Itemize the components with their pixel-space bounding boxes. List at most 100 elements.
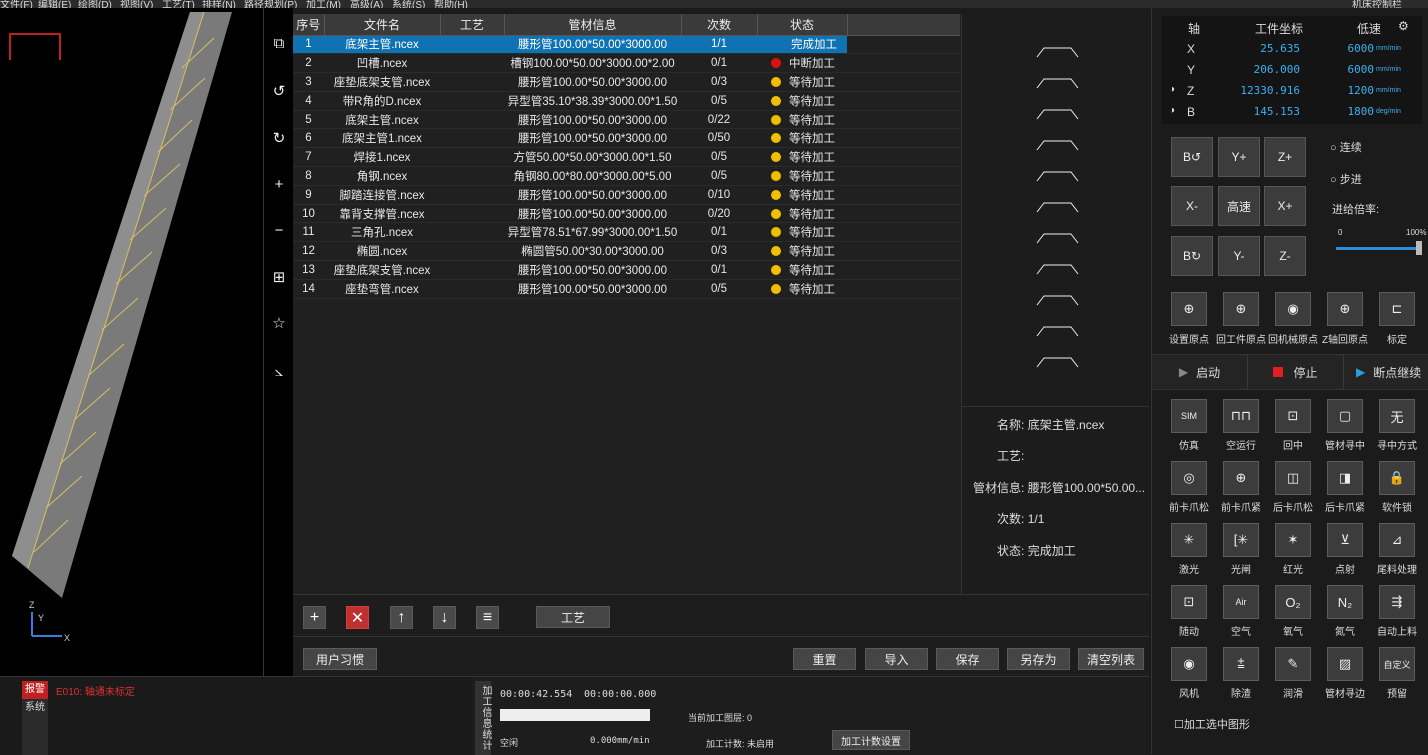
clear-list-button[interactable]: 清空列表	[1078, 648, 1144, 670]
menu-nesting[interactable]: 排样(N)	[202, 0, 236, 8]
breakpoint-button[interactable]: ▶ 断点继续	[1344, 355, 1428, 389]
function-button[interactable]: ▢	[1327, 399, 1363, 433]
save-as-button[interactable]: 另存为	[1007, 648, 1070, 670]
settings-gear-icon[interactable]: ⚙	[1398, 19, 1409, 33]
table-row[interactable]: 13 座垫底架支管.ncex 腰形管100.00*50.00*3000.00 0/1 等…	[293, 260, 960, 280]
measure-icon[interactable]: ⦣	[266, 360, 292, 382]
view-cube-icon[interactable]: ⧉	[266, 32, 292, 54]
menu-edit[interactable]: 编辑(E)	[38, 0, 71, 8]
fit-view-icon[interactable]: ⊞	[266, 266, 292, 288]
function-button[interactable]: ⩲	[1223, 647, 1259, 681]
function-button[interactable]: ▨	[1327, 647, 1363, 681]
add-file-button[interactable]: +	[303, 606, 326, 629]
mode-continuous[interactable]: ○ 连续	[1330, 139, 1362, 155]
table-row[interactable]: 3 座垫底架支管.ncex 腰形管100.00*50.00*3000.00 0/3 等待…	[293, 72, 960, 92]
function-button[interactable]: ⊿	[1379, 523, 1415, 557]
stats-tab[interactable]: 加工信息统计	[475, 681, 491, 755]
move-up-button[interactable]: ↑	[390, 606, 413, 629]
menu-system[interactable]: 系统(S)	[392, 0, 425, 8]
function-button[interactable]: SIM	[1171, 399, 1207, 433]
header-status[interactable]: 状态	[757, 14, 848, 36]
machine-selected-checkbox[interactable]: ☐加工选中图形	[1174, 716, 1250, 732]
rotate-ccw-icon[interactable]: ↺	[266, 80, 292, 102]
feed-rate-slider[interactable]	[1336, 241, 1422, 255]
function-button[interactable]: 🔒	[1379, 461, 1415, 495]
function-button[interactable]: 自定义	[1379, 647, 1415, 681]
table-row[interactable]: 11 三角孔.ncex 异型管78.51*67.99*3000.00*1.50 0/1…	[293, 222, 960, 243]
stop-button[interactable]: 停止	[1248, 355, 1344, 389]
header-filename[interactable]: 文件名	[324, 14, 441, 36]
reset-button[interactable]: 重置	[793, 648, 856, 670]
zoom-out-icon[interactable]: −	[266, 219, 292, 241]
function-button[interactable]: ⊡	[1275, 399, 1311, 433]
menu-machining[interactable]: 加工(M)	[306, 0, 341, 8]
axis-lock-icon[interactable]: ◑	[1169, 84, 1175, 95]
zoom-in-icon[interactable]: +	[266, 173, 292, 195]
sort-button[interactable]: ≡	[476, 606, 499, 629]
count-settings-button[interactable]: 加工计数设置	[832, 730, 910, 750]
header-process[interactable]: 工艺	[440, 14, 505, 36]
axis-lock-icon[interactable]: ◑	[1169, 105, 1175, 116]
jog-b-cw-button[interactable]: B↻	[1171, 236, 1213, 276]
delete-file-button[interactable]: ✕	[346, 606, 369, 629]
mode-step[interactable]: ○ 步进	[1330, 171, 1362, 187]
table-row[interactable]: 10 靠背支撑管.ncex 腰形管100.00*50.00*3000.00 0/20 等…	[293, 204, 960, 224]
function-button[interactable]: ⊕	[1223, 461, 1259, 495]
calibrate-button[interactable]: ⊏	[1379, 292, 1415, 326]
function-button[interactable]: ⊻	[1327, 523, 1363, 557]
jog-x-minus-button[interactable]: X-	[1171, 186, 1213, 226]
function-button[interactable]: ◎	[1171, 461, 1207, 495]
menu-draw[interactable]: 绘图(D)	[78, 0, 112, 8]
table-row[interactable]: 1 底架主管.ncex 腰形管100.00*50.00*3000.00 1/1 完成加工	[293, 35, 960, 55]
tab-alarm[interactable]: 报警	[22, 681, 48, 699]
function-button[interactable]: Air	[1223, 585, 1259, 619]
process-button[interactable]: 工艺	[536, 606, 610, 628]
jog-x-plus-button[interactable]: X+	[1264, 186, 1306, 226]
table-row[interactable]: 7 焊接1.ncex 方管50.00*50.00*3000.00*1.50 0/5 等待…	[293, 147, 960, 168]
function-button[interactable]: ✎	[1275, 647, 1311, 681]
header-tube[interactable]: 管材信息	[504, 14, 682, 36]
set-origin-button[interactable]: ⊕	[1171, 292, 1207, 326]
table-row[interactable]: 5 底架主管.ncex 腰形管100.00*50.00*3000.00 0/22 等待加…	[293, 110, 960, 130]
jog-y-minus-button[interactable]: Y-	[1218, 236, 1260, 276]
function-button[interactable]: ⊡	[1171, 585, 1207, 619]
tab-system[interactable]: 系统	[22, 699, 48, 717]
function-button[interactable]: ◨	[1327, 461, 1363, 495]
jog-b-ccw-button[interactable]: B↺	[1171, 137, 1213, 177]
rotate-cw-icon[interactable]: ↻	[266, 127, 292, 149]
menu-advanced[interactable]: 高级(A)	[350, 0, 383, 8]
table-row[interactable]: 6 底架主管1.ncex 腰形管100.00*50.00*3000.00 0/50 等待…	[293, 128, 960, 149]
jog-y-plus-button[interactable]: Y+	[1218, 137, 1260, 177]
jog-z-plus-button[interactable]: Z+	[1264, 137, 1306, 177]
table-row[interactable]: 14 座垫弯管.ncex 腰形管100.00*50.00*3000.00 0/5 等待加…	[293, 279, 960, 299]
start-button[interactable]: ▶ 启动	[1152, 355, 1248, 389]
3d-viewport[interactable]: X Y Z	[0, 8, 263, 676]
save-button[interactable]: 保存	[936, 648, 999, 670]
table-row[interactable]: 4 带R角的D.ncex 异型管35.10*38.39*3000.00*1.50 0/…	[293, 91, 960, 111]
function-button[interactable]: O₂	[1275, 585, 1311, 619]
header-no[interactable]: 序号	[293, 14, 325, 36]
menu-process[interactable]: 工艺(T)	[162, 0, 195, 8]
menu-help[interactable]: 帮助(H)	[434, 0, 468, 8]
speed-header[interactable]: 低速	[1357, 20, 1381, 37]
menu-view[interactable]: 视图(V)	[120, 0, 153, 8]
header-count[interactable]: 次数	[681, 14, 758, 36]
function-button[interactable]: [✳	[1223, 523, 1259, 557]
table-row[interactable]: 12 椭圆.ncex 椭圆管50.00*30.00*3000.00 0/3 等待加工	[293, 241, 960, 262]
function-button[interactable]: ◉	[1171, 647, 1207, 681]
table-row[interactable]: 8 角钢.ncex 角钢80.00*80.00*3000.00*5.00 0/5 等待加…	[293, 166, 960, 186]
function-button[interactable]: ⊓⊓	[1223, 399, 1259, 433]
return-work-origin-button[interactable]: ⊕	[1223, 292, 1259, 326]
table-row[interactable]: 2 凹槽.ncex 槽钢100.00*50.00*3000.00*2.00 0/1 中断…	[293, 53, 960, 74]
star-icon[interactable]: ☆	[266, 312, 292, 334]
z-return-origin-button[interactable]: ⊕	[1327, 292, 1363, 326]
function-button[interactable]: 无	[1379, 399, 1415, 433]
menu-path[interactable]: 路径规划(P)	[244, 0, 297, 8]
function-button[interactable]: ◫	[1275, 461, 1311, 495]
import-button[interactable]: 导入	[865, 648, 928, 670]
table-row[interactable]: 9 脚踏连接管.ncex 腰形管100.00*50.00*3000.00 0/10 等待…	[293, 185, 960, 205]
user-habit-button[interactable]: 用户习惯	[303, 648, 377, 670]
function-button[interactable]: ✳	[1171, 523, 1207, 557]
menu-file[interactable]: 文件(F)	[0, 0, 33, 8]
function-button[interactable]: N₂	[1327, 585, 1363, 619]
